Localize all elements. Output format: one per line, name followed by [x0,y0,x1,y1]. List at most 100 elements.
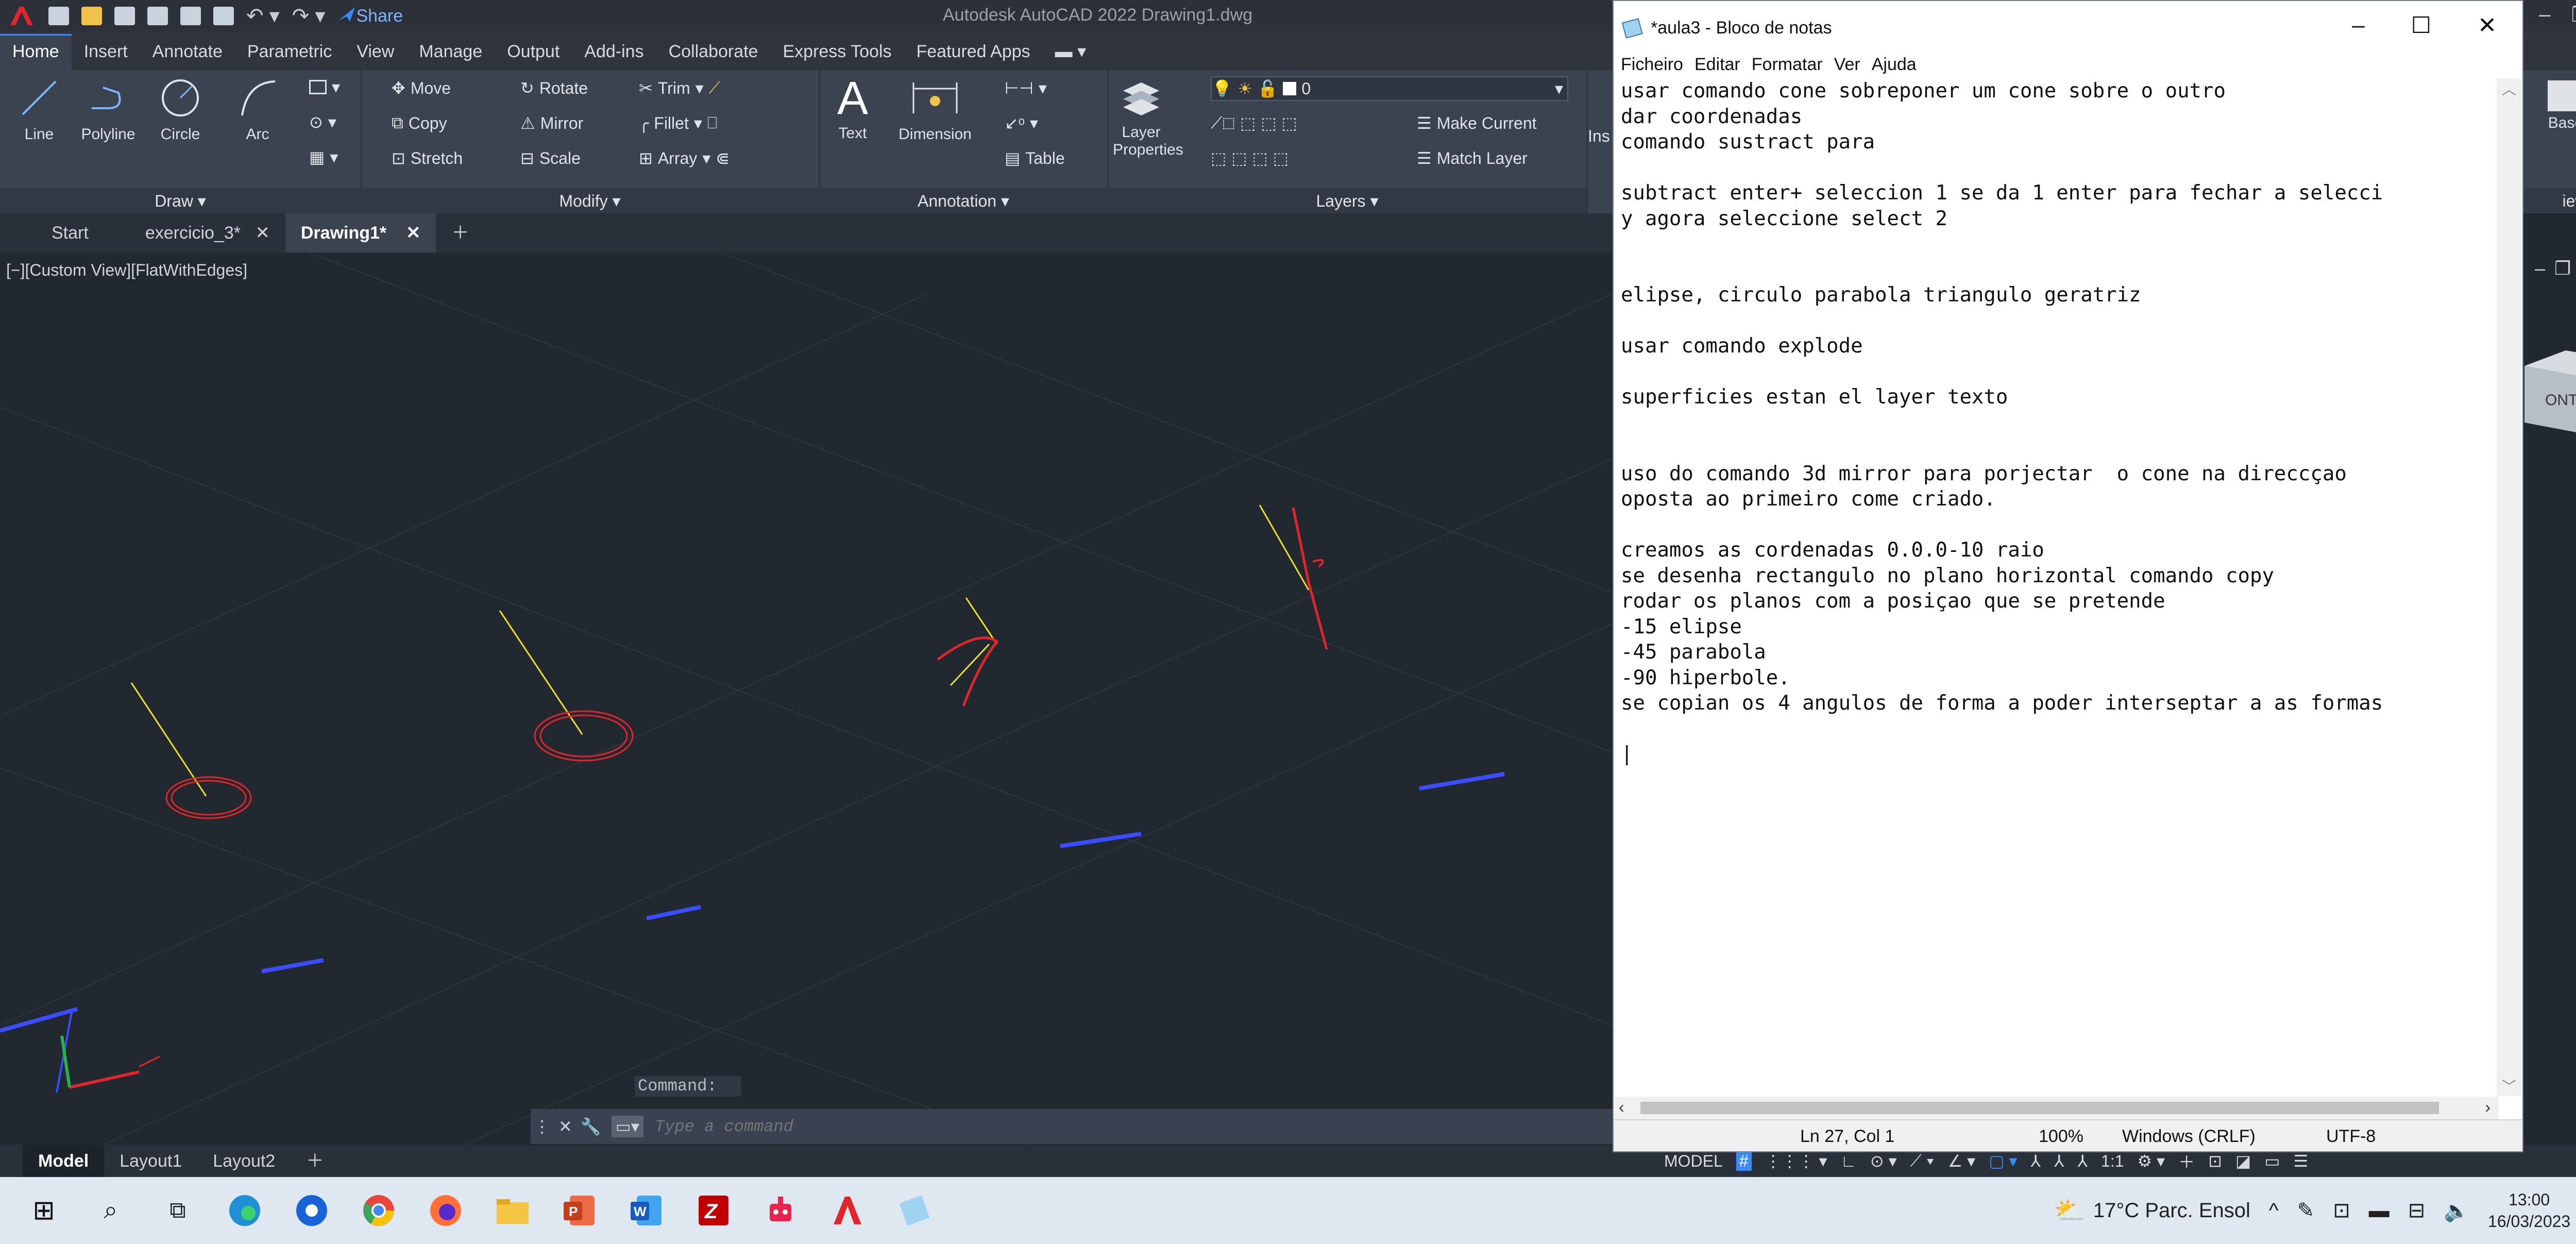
file-tab-start[interactable]: Start [0,213,130,253]
show-hidden-icons[interactable]: ^ [2269,1199,2279,1222]
close-tab-icon[interactable]: ✕ [255,223,270,243]
hatch-button[interactable]: ▦ ▾ [309,147,338,167]
tab-express-tools[interactable]: Express Tools [770,42,904,70]
blue-plane-1[interactable] [261,958,324,973]
annotation-scale-value[interactable]: 1:1 [2101,1152,2124,1171]
move-button[interactable]: ✥ Move [392,78,451,98]
tab-parametric[interactable]: Parametric [235,42,344,70]
auto-scale-icon[interactable]: ⅄ [2054,1151,2064,1171]
tab-annotate[interactable]: Annotate [140,42,235,70]
maximize-icon[interactable]: ☐ [2411,12,2431,39]
clean-screen-icon[interactable]: ▭ [2264,1151,2280,1171]
share-button[interactable]: Share [337,6,403,26]
open-file-icon[interactable] [81,7,102,25]
isodraft-icon[interactable]: ⟋ ▾ [1910,1151,1935,1171]
minimize-icon[interactable]: – [2535,258,2545,279]
close-tab-icon[interactable]: ✕ [406,223,421,243]
scale-button[interactable]: ⊟ Scale [520,148,581,168]
battery-icon[interactable]: ▬ [2369,1199,2389,1222]
red-hyperbola-section[interactable] [1292,507,1328,650]
restore-icon[interactable]: ❐ [2554,258,2571,279]
firefox-icon[interactable] [422,1187,469,1234]
horizontal-scrollbar[interactable]: ‹ › [1615,1097,2499,1119]
redo-icon[interactable]: ↷ ▾ [292,4,326,28]
ribbon-options-icon[interactable]: ▬ ▾ [1043,41,1099,70]
match-layer-button[interactable]: ☰ Match Layer [1417,148,1528,168]
eraser-icon[interactable]: ⟋ [709,78,720,98]
layer-unisolate-icon[interactable]: ⬚ [1211,148,1226,168]
layers-panel-title[interactable]: Layers ▾ [1108,189,1587,213]
units-icon[interactable]: ⊡ [2208,1151,2222,1171]
layout-tab-layout1[interactable]: Layout1 [104,1145,197,1177]
minimize-icon[interactable]: – [2539,3,2550,27]
scroll-up-icon[interactable]: ︿ [2497,78,2521,99]
snap-icon[interactable]: ⋮⋮⋮ ▾ [1765,1151,1827,1171]
menu-ficheiro[interactable]: Ficheiro [1621,55,1683,76]
grid-icon[interactable]: # [1736,1151,1752,1171]
polar-icon[interactable]: ⊙ ▾ [1870,1151,1897,1171]
leader-button[interactable]: ↙ᵒ ▾ [1005,113,1038,133]
array-button[interactable]: ⊞ Array ▾ ⋐ [639,148,730,168]
layer-on-icon[interactable]: ⬚ [1231,148,1247,168]
3d-osnap-icon[interactable]: ▢ ▾ [1989,1151,2017,1171]
layer-off-icon[interactable]: ⬚ [1240,113,1256,133]
new-file-icon[interactable] [48,7,69,25]
yellow-generatrix-1[interactable] [130,682,207,797]
layer-dropdown[interactable]: 💡 ☀ 🔓 0 ▾ [1211,76,1568,101]
layer-isolate-icon[interactable]: ⟋⬚ [1211,113,1235,133]
menu-formatar[interactable]: Formatar [1752,55,1823,76]
ellipse-button[interactable]: ⊙ ▾ [309,112,336,132]
pen-icon[interactable]: ✎ [2297,1199,2315,1222]
scroll-right-icon[interactable]: › [2485,1098,2490,1117]
edge-icon[interactable] [222,1187,268,1234]
red-ellipse-section[interactable] [534,710,634,762]
workspace-gear-icon[interactable]: ⚙ ▾ [2138,1151,2165,1171]
model-space-button[interactable]: MODEL [1664,1152,1723,1171]
isolate-objects-icon[interactable]: ◪ [2235,1151,2251,1171]
osnap-icon[interactable]: ∠ ▾ [1948,1151,1976,1171]
undo-icon[interactable]: ↶ ▾ [246,4,280,28]
plot-icon[interactable] [180,7,201,25]
close-command-icon[interactable]: ✕ [558,1117,572,1136]
task-view-icon[interactable]: ⧉ [155,1187,201,1234]
notepad-text-area[interactable]: usar comando cone sobreponer um cone sob… [1621,78,2497,1088]
menu-editar[interactable]: Editar [1694,55,1740,76]
close-icon[interactable]: ✕ [2478,12,2497,39]
clock[interactable]: 13:00 16/03/2023 [2488,1189,2570,1232]
volume-icon[interactable]: 🔈 [2444,1199,2469,1223]
tab-view[interactable]: View [344,42,406,70]
explode-icon[interactable]: ⎕ [707,113,717,133]
copy-button[interactable]: ⧉ Copy [392,113,447,133]
menu-ajuda[interactable]: Ajuda [1872,55,1917,76]
layout-tab-layout2[interactable]: Layout2 [197,1145,291,1177]
menu-ver[interactable]: Ver [1834,55,1860,76]
layer-freeze-icon[interactable]: ⬚ [1261,113,1276,133]
modify-panel-title[interactable]: Modify ▾ [361,189,819,213]
red-parabola-section[interactable] [937,636,999,707]
linear-dim-button[interactable]: ⊢⊣ ▾ [1005,78,1047,98]
notepad-taskbar-icon[interactable] [891,1187,938,1234]
insert-panel-partial[interactable]: Ins [1588,127,1610,146]
scroll-down-icon[interactable]: ﹀ [2497,1075,2521,1096]
scroll-left-icon[interactable]: ‹ [1619,1098,1624,1117]
fillet-button[interactable]: ╭ Fillet ▾ ⎕ [639,113,717,133]
layer-lock-icon[interactable]: ⬚ [1282,113,1297,133]
layout-tab-model[interactable]: Model [23,1145,105,1177]
annotation-panel-title[interactable]: Annotation ▾ [819,189,1108,213]
tab-insert[interactable]: Insert [72,42,140,70]
word-icon[interactable]: W [623,1187,670,1234]
chrome-icon[interactable] [355,1187,402,1234]
rectangle-button[interactable]: ▾ [309,77,340,97]
arc-button[interactable]: Arc [232,77,283,143]
tab-collaborate[interactable]: Collaborate [656,42,771,70]
layer-unlock-icon[interactable]: ⬚ [1273,148,1289,168]
file-tab-exercicio[interactable]: exercicio_3* ✕ [130,213,285,253]
layer-thaw-icon[interactable]: ⬚ [1252,148,1267,168]
autocad-taskbar-icon[interactable] [824,1187,871,1234]
red-circle-section[interactable] [165,776,252,819]
rotate-button[interactable]: ↻ Rotate [520,78,588,98]
annotation-scale-icon[interactable]: ⅄ [2077,1151,2088,1171]
offset-icon[interactable]: ⋐ [716,148,730,168]
search-icon[interactable]: ⌕ [88,1187,134,1234]
command-recent-dropdown[interactable]: ▭▾ [611,1116,643,1137]
